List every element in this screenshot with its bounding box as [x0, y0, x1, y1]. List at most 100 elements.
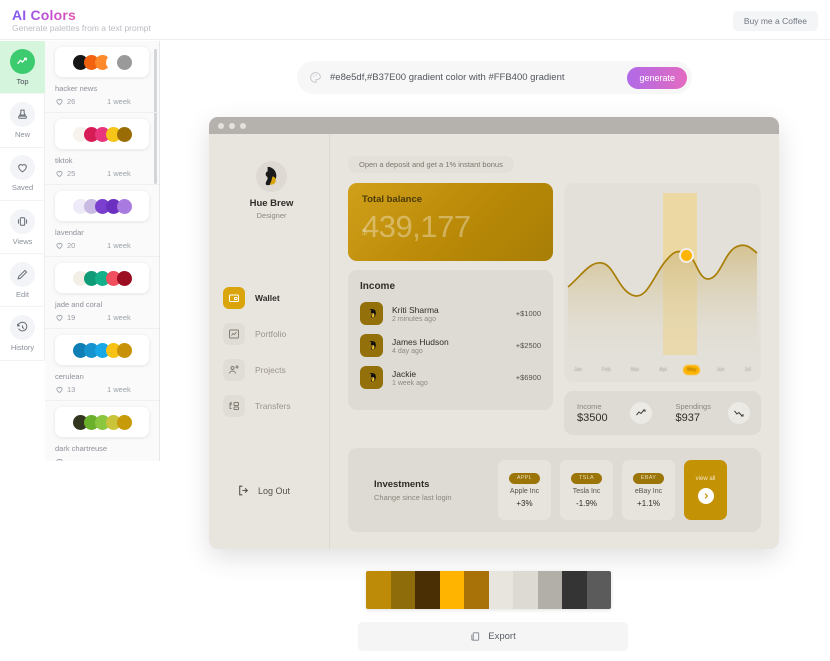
- sidebar-item-new[interactable]: New: [0, 94, 45, 148]
- sidebar-item-history[interactable]: History: [0, 307, 45, 361]
- window-maximize-dot[interactable]: [240, 122, 246, 129]
- window-close-dot[interactable]: [218, 122, 224, 129]
- window-minimize-dot[interactable]: [229, 122, 235, 129]
- logout-icon: [239, 485, 249, 496]
- transfers-icon: [223, 394, 245, 417]
- views-icon: [10, 208, 35, 234]
- income-card: Income Kriti Sharma 2 minutes ago +$1000 Ja…: [348, 270, 553, 410]
- income-time: 1 week ago: [392, 379, 428, 387]
- palette-age: 1 week: [107, 241, 131, 250]
- sidebar-item-label: Saved: [11, 183, 34, 193]
- result-swatch[interactable]: [366, 571, 391, 609]
- income-amount: +$1000: [515, 309, 541, 318]
- chart-axis-label[interactable]: Feb: [598, 365, 615, 375]
- palette-age: 1 week: [107, 169, 131, 178]
- chart-axis-label[interactable]: May: [683, 365, 701, 375]
- palette-swatches[interactable]: [55, 191, 149, 221]
- sidebar-item-label: Edit: [16, 289, 29, 299]
- palette-swatches[interactable]: [55, 335, 149, 365]
- export-label: Export: [488, 631, 516, 642]
- heart-icon[interactable]: [55, 241, 64, 250]
- sidebar-item-top[interactable]: Top: [0, 41, 45, 95]
- palette-swatches[interactable]: [55, 119, 149, 149]
- palette-swatches[interactable]: [55, 263, 149, 293]
- investment-change: -1.9%: [576, 498, 597, 508]
- chart-axis-label[interactable]: Jun: [712, 365, 728, 375]
- view-all-button[interactable]: view all: [684, 460, 727, 520]
- palette-card[interactable]: hacker news 26 1 week: [45, 41, 159, 113]
- sidebar-item-edit[interactable]: Edit: [0, 254, 45, 308]
- investment-tiles: APPL Apple Inc +3% TSLA Tesla Inc -1.9% EBAY eB…: [498, 460, 675, 520]
- palette-list[interactable]: hacker news 26 1 week tiktok 25 1 week lavenda…: [45, 41, 160, 461]
- investment-name: Tesla Inc: [572, 487, 601, 495]
- income-title: Income: [360, 281, 396, 292]
- investment-name: Apple Inc: [509, 487, 540, 495]
- export-button[interactable]: Export: [358, 622, 628, 651]
- heart-icon[interactable]: [55, 313, 64, 322]
- mockup-nav-item-projects[interactable]: Projects: [223, 356, 333, 383]
- result-swatch[interactable]: [464, 571, 489, 609]
- chart-axis-label[interactable]: Mar: [627, 365, 644, 375]
- heart-icon[interactable]: [55, 97, 64, 106]
- palette-card[interactable]: jade and coral 19 1 week: [45, 257, 159, 329]
- income-row[interactable]: Kriti Sharma 2 minutes ago +$1000: [360, 302, 541, 325]
- palette-swatches[interactable]: [55, 407, 149, 437]
- prompt-input[interactable]: #e8e5df,#B37E00 gradient color with #FFB…: [330, 72, 627, 83]
- income-row[interactable]: James Hudson 4 day ago +$2500: [360, 334, 541, 357]
- swatch-dot: [116, 342, 132, 358]
- heart-icon[interactable]: [55, 457, 64, 461]
- investment-change: +3%: [516, 498, 533, 508]
- palette-card[interactable]: dark chartreuse: [45, 401, 159, 461]
- result-palette-strip[interactable]: [366, 571, 611, 609]
- deposit-banner[interactable]: Open a deposit and get a 1% instant bonu…: [348, 156, 514, 173]
- generate-button[interactable]: generate: [627, 66, 687, 89]
- income-time: 4 day ago: [392, 347, 423, 355]
- balance-label: Total balance: [362, 194, 423, 205]
- mockup-titlebar: [209, 117, 779, 134]
- swatch-dot: [116, 54, 132, 70]
- palette-icon: [310, 72, 321, 83]
- palette-likes: 25: [67, 169, 76, 178]
- sidebar-item-saved[interactable]: Saved: [0, 148, 45, 201]
- investment-ticker: EBAY: [632, 472, 665, 484]
- chart-axis-label[interactable]: Jan: [570, 365, 586, 375]
- palette-meta: 19 1 week: [55, 313, 149, 322]
- chart-axis-labels: Jan Feb Mar Apr May Jun Jul: [564, 365, 761, 375]
- chart-svg: [567, 244, 758, 355]
- result-swatch[interactable]: [415, 571, 440, 609]
- palette-card[interactable]: tiktok 25 1 week: [45, 113, 159, 185]
- prompt-bar[interactable]: #e8e5df,#B37E00 gradient color with #FFB…: [297, 61, 692, 94]
- investment-tile[interactable]: APPL Apple Inc +3%: [498, 460, 551, 520]
- heart-icon[interactable]: [55, 385, 64, 394]
- portfolio-chart-icon: [223, 322, 245, 345]
- mockup-nav-item-wallet[interactable]: Wallet: [223, 284, 333, 311]
- logout-button[interactable]: Log Out: [237, 484, 290, 497]
- sidebar-item-views[interactable]: Views: [0, 201, 45, 255]
- palette-swatches[interactable]: [55, 47, 149, 77]
- result-swatch[interactable]: [537, 571, 562, 609]
- mockup-nav-item-transfers[interactable]: Transfers: [223, 392, 333, 419]
- mockup-nav-item-portfolio[interactable]: Portfolio: [223, 320, 333, 347]
- palette-card[interactable]: lavendar 20 1 week: [45, 185, 159, 257]
- total-balance-card: Total balance $ 439,177: [348, 183, 553, 261]
- palette-name: tiktok: [55, 156, 73, 165]
- chart-axis-label[interactable]: Apr: [655, 365, 671, 375]
- buy-me-a-coffee-button[interactable]: Buy me a Coffee: [732, 11, 818, 31]
- result-swatch[interactable]: [439, 571, 464, 609]
- chart-axis-label[interactable]: Jul: [741, 365, 755, 375]
- result-swatch[interactable]: [562, 571, 587, 609]
- stat-spendings: Spendings $937: [663, 402, 762, 424]
- result-swatch[interactable]: [513, 571, 538, 609]
- heart-icon: [10, 155, 35, 181]
- result-swatch[interactable]: [488, 571, 513, 609]
- palette-age: 1 week: [107, 385, 131, 394]
- result-swatch[interactable]: [586, 571, 611, 609]
- result-swatch[interactable]: [390, 571, 415, 609]
- wallet-icon: [223, 286, 245, 309]
- investment-tile[interactable]: TSLA Tesla Inc -1.9%: [560, 460, 613, 520]
- heart-icon[interactable]: [55, 169, 64, 178]
- investment-tile[interactable]: EBAY eBay Inc +1.1%: [622, 460, 675, 520]
- palette-card[interactable]: cerulean 13 1 week: [45, 329, 159, 401]
- income-row[interactable]: Jackie 1 week ago +$6900: [360, 366, 541, 389]
- investment-name: eBay Inc: [634, 487, 663, 495]
